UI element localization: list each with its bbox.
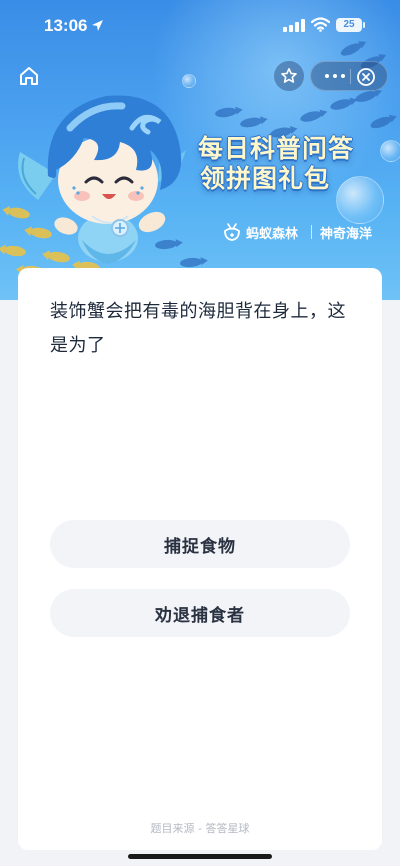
location-arrow-icon [92,20,103,31]
question-source: 题目来源 - 答答星球 [150,822,250,835]
brand-magic-ocean: 神奇海洋 [320,227,373,242]
question-text: 装饰蟹会把有毒的海胆背在身上，这是为了 [50,301,346,356]
banner-title-line-2: 领拼图礼包 [200,164,331,193]
question-card: 装饰蟹会把有毒的海胆背在身上，这是为了 捕捉食物 劝退捕食者 题目来源 - 答答… [18,268,382,850]
wifi-icon [311,17,330,32]
star-icon [281,68,297,83]
status-time: 13:06 [44,16,88,35]
answer-option-2[interactable]: 劝退捕食者 [50,589,350,637]
status-bar: 13:06 25 [0,0,400,50]
close-icon[interactable] [356,67,376,87]
banner-title-line-1: 每日科普问答 [198,134,355,163]
banner-title: 每日科普问答 领拼图礼包 [198,134,388,194]
home-icon[interactable] [17,64,41,88]
answer-option-1[interactable]: 捕捉食物 [50,520,350,568]
brand-separator [311,225,312,239]
capsule-divider [350,69,351,84]
battery-indicator: 25 [336,18,365,32]
favorite-button[interactable] [274,61,304,91]
ant-forest-logo-icon [224,223,240,241]
home-indicator [128,854,272,859]
brand-ant-forest: 蚂蚁森林 [246,227,299,242]
cellular-signal-icon [283,19,305,32]
more-options-button[interactable] [323,70,347,82]
mascot-illustration [18,95,186,264]
mini-program-capsule [310,61,388,91]
